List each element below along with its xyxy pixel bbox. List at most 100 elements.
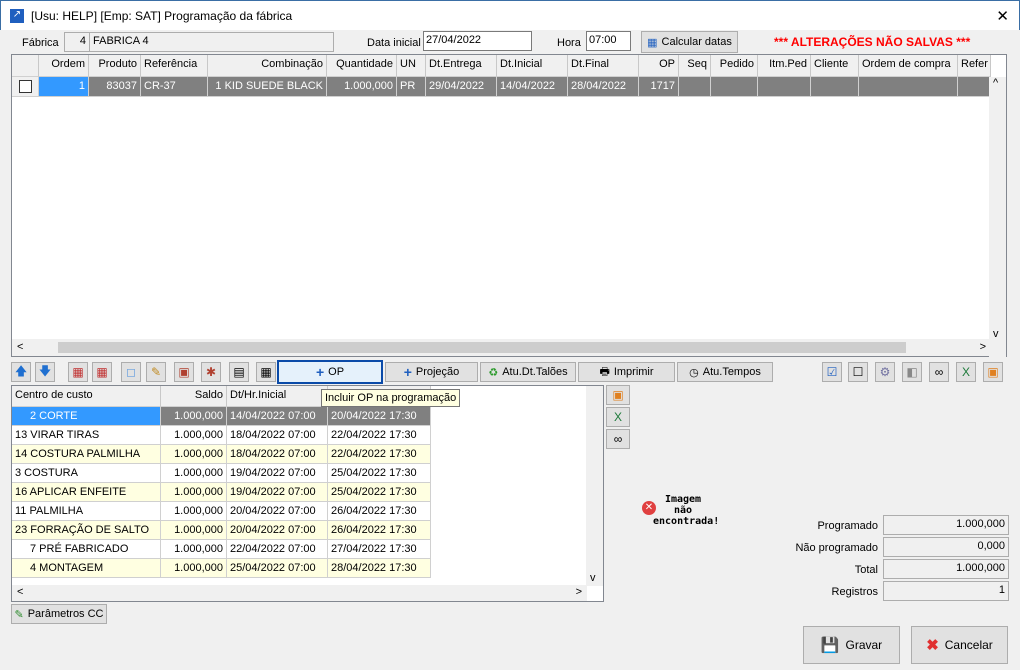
print-red-icon[interactable]: ▣ bbox=[174, 362, 194, 382]
grid-cell: 1717 bbox=[639, 77, 679, 97]
lower-horizontal-scrollbar[interactable]: < > bbox=[12, 585, 587, 601]
uncheck-all-icon[interactable]: ☐ bbox=[848, 362, 868, 382]
table-icon[interactable]: ▦ bbox=[256, 362, 276, 382]
table-row[interactable]: 3 COSTURA 1.000,000 19/04/2022 07:00 25/04/… bbox=[12, 464, 603, 483]
binoculars-side-icon[interactable]: ∞ bbox=[606, 429, 630, 449]
gear-icon[interactable]: ⚙ bbox=[875, 362, 895, 382]
notepad-icon[interactable]: ▤ bbox=[229, 362, 249, 382]
grid-cell: 20/04/2022 07:00 bbox=[227, 502, 328, 521]
table-row[interactable]: 1 83037 CR-37 1 KID SUEDE BLACK 1.000,000 PR 2… bbox=[12, 77, 1006, 97]
printer-icon: 🖶 bbox=[599, 365, 610, 378]
column-header: Dt.Final bbox=[568, 55, 639, 77]
eraser-icon[interactable]: ◧ bbox=[902, 362, 922, 382]
column-header: Refer bbox=[958, 55, 991, 77]
grid-cell: 1.000,000 bbox=[161, 502, 227, 521]
fabrica-label: Fábrica bbox=[22, 37, 59, 49]
unsaved-warning: *** ALTERAÇÕES NÃO SALVAS *** bbox=[774, 35, 971, 49]
table-row[interactable]: 11 PALMILHA 1.000,000 20/04/2022 07:00 26/0… bbox=[12, 502, 603, 521]
check-all-icon[interactable]: ☑ bbox=[822, 362, 842, 382]
grid-cell: 26/04/2022 17:30 bbox=[328, 521, 431, 540]
lower-vertical-scrollbar[interactable]: v bbox=[586, 386, 603, 586]
registros-label: Registros bbox=[831, 586, 878, 598]
close-icon[interactable]: ✕ bbox=[996, 7, 1009, 25]
grid-cell: 25/04/2022 17:30 bbox=[328, 483, 431, 502]
imprimir-label: Imprimir bbox=[613, 366, 654, 378]
grid-cell: 27/04/2022 17:30 bbox=[328, 540, 431, 559]
data-inicial-input[interactable]: 27/04/2022 bbox=[423, 31, 532, 51]
report-side-icon[interactable]: ▣ bbox=[606, 385, 630, 405]
column-header: Cliente bbox=[811, 55, 859, 77]
grid-cell: 1.000,000 bbox=[161, 483, 227, 502]
column-header: Dt.Inicial bbox=[497, 55, 568, 77]
grid-cell: 18/04/2022 07:00 bbox=[227, 426, 328, 445]
checkbox[interactable] bbox=[19, 80, 32, 93]
registros-value: 1 bbox=[883, 581, 1009, 601]
total-value: 1.000,000 bbox=[883, 559, 1009, 579]
table-row[interactable]: 16 APLICAR ENFEITE 1.000,000 19/04/2022 07… bbox=[12, 483, 603, 502]
column-header: Centro de custo bbox=[12, 386, 161, 407]
horizontal-scrollbar[interactable]: < > bbox=[12, 339, 990, 356]
move-down-icon[interactable]: 🡇 bbox=[35, 362, 55, 382]
image-missing-text: Imagem não encontrada! bbox=[653, 494, 720, 527]
table-row[interactable]: 7 PRÉ FABRICADO 1.000,000 22/04/2022 07:00… bbox=[12, 540, 603, 559]
programado-label: Programado bbox=[817, 520, 878, 532]
column-header: Seq bbox=[679, 55, 711, 77]
column-header: Quantidade bbox=[327, 55, 397, 77]
incluir-op-button[interactable]: + OP bbox=[277, 360, 383, 384]
nao-programado-value: 0,000 bbox=[883, 537, 1009, 557]
programado-value: 1.000,000 bbox=[883, 515, 1009, 535]
grid-cell: 28/04/2022 17:30 bbox=[328, 559, 431, 578]
binoculars-icon[interactable]: ∞ bbox=[929, 362, 949, 382]
grid-cell: 14 COSTURA PALMILHA bbox=[12, 445, 161, 464]
parametros-label: Parâmetros CC bbox=[27, 608, 104, 620]
grid-cell bbox=[811, 77, 859, 97]
grid-cell: CR-37 bbox=[141, 77, 208, 97]
grid-cell: 19/04/2022 07:00 bbox=[227, 483, 328, 502]
table-row[interactable]: 4 MONTAGEM 1.000,000 25/04/2022 07:00 28/04… bbox=[12, 559, 603, 578]
projecao-button[interactable]: + Projeção bbox=[385, 362, 478, 382]
hora-input[interactable]: 07:00 bbox=[586, 31, 631, 51]
grid-cell: 25/04/2022 07:00 bbox=[227, 559, 328, 578]
tools-icon[interactable]: ✱ bbox=[201, 362, 221, 382]
table-row[interactable]: 2 CORTE 1.000,000 14/04/2022 07:00 20/04/20… bbox=[12, 407, 603, 426]
grid-cell: 2 CORTE bbox=[12, 407, 161, 426]
grid-cell: 22/04/2022 17:30 bbox=[328, 426, 431, 445]
grid-cell: 14/04/2022 07:00 bbox=[227, 407, 328, 426]
document-edit-icon[interactable]: ✎ bbox=[146, 362, 166, 382]
move-up-icon[interactable]: 🡅 bbox=[11, 362, 31, 382]
excel-icon[interactable]: X bbox=[956, 362, 976, 382]
imprimir-button[interactable]: 🖶 Imprimir bbox=[578, 362, 675, 382]
atu-dt-taloes-button[interactable]: ♻ Atu.Dt.Talões bbox=[480, 362, 576, 382]
atu-tempos-button[interactable]: ◷ Atu.Tempos bbox=[677, 362, 773, 382]
row-checkbox[interactable] bbox=[12, 77, 39, 97]
cancelar-label: Cancelar bbox=[944, 638, 993, 652]
add-grid-icon[interactable]: ▦ bbox=[68, 362, 88, 382]
hora-label: Hora bbox=[557, 37, 581, 49]
report-icon[interactable]: ▣ bbox=[983, 362, 1003, 382]
vertical-scrollbar[interactable]: ^ v bbox=[989, 77, 1006, 358]
grid-cell: 1.000,000 bbox=[161, 521, 227, 540]
excel-side-icon[interactable]: X bbox=[606, 407, 630, 427]
save-icon: 💾 bbox=[820, 637, 840, 654]
preview-icon[interactable]: ◻ bbox=[121, 362, 141, 382]
nao-programado-label: Não programado bbox=[795, 542, 878, 554]
edit-icon: ✎ bbox=[14, 608, 24, 621]
grid-cell bbox=[758, 77, 811, 97]
lower-grid-header: Centro de custo Saldo Dt/Hr.Inicial bbox=[12, 386, 603, 407]
calcular-datas-button[interactable]: ▦ Calcular datas bbox=[641, 31, 738, 53]
grid-cell: 25/04/2022 17:30 bbox=[328, 464, 431, 483]
gravar-button[interactable]: 💾 Gravar bbox=[803, 626, 900, 664]
upper-grid[interactable]: Ordem Produto Referência Combinação Quantida… bbox=[11, 54, 1007, 358]
data-inicial-label: Data inicial bbox=[367, 37, 421, 49]
table-row[interactable]: 14 COSTURA PALMILHA 1.000,000 18/04/2022 0… bbox=[12, 445, 603, 464]
calcular-datas-label: Calcular datas bbox=[661, 36, 732, 48]
lower-grid[interactable]: Centro de custo Saldo Dt/Hr.Inicial 2 CORT… bbox=[11, 385, 604, 602]
grid-cell bbox=[711, 77, 758, 97]
grid-cell bbox=[958, 77, 991, 97]
table-row[interactable]: 23 FORRAÇÃO DE SALTO 1.000,000 20/04/2022 … bbox=[12, 521, 603, 540]
cancelar-button[interactable]: ✖ Cancelar bbox=[911, 626, 1008, 664]
title-bar: ↗ [Usu: HELP] [Emp: SAT] Programação da … bbox=[0, 0, 1020, 30]
parametros-cc-button[interactable]: ✎ Parâmetros CC bbox=[11, 604, 107, 624]
table-row[interactable]: 13 VIRAR TIRAS 1.000,000 18/04/2022 07:00 2… bbox=[12, 426, 603, 445]
delete-grid-icon[interactable]: ▦ bbox=[92, 362, 112, 382]
